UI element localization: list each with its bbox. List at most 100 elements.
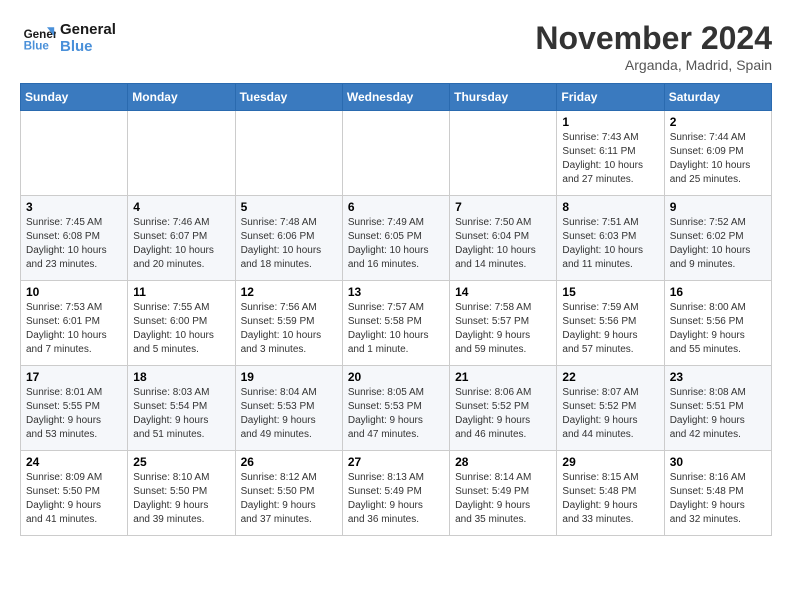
day-number: 26 xyxy=(241,455,337,469)
day-info: Sunrise: 7:50 AMSunset: 6:04 PMDaylight:… xyxy=(455,216,551,272)
day-number: 2 xyxy=(670,115,766,129)
day-info: Sunrise: 7:58 AMSunset: 5:57 PMDaylight:… xyxy=(455,301,551,357)
calendar-cell: 15 Sunrise: 7:59 AMSunset: 5:56 PMDayligh… xyxy=(557,281,664,366)
calendar-cell: 23Sunrise: 8:08 AMSunset: 5:51 PMDayligh… xyxy=(664,366,771,451)
location: Arganda, Madrid, Spain xyxy=(535,57,772,73)
calendar-cell: 21 Sunrise: 8:06 AMSunset: 5:52 PMDayligh… xyxy=(450,366,557,451)
title-block: November 2024 Arganda, Madrid, Spain xyxy=(535,20,772,73)
day-number: 18 xyxy=(133,370,229,384)
calendar-header-friday: Friday xyxy=(557,84,664,111)
calendar-week-1: 1 Sunrise: 7:43 AMSunset: 6:11 PMDaylight… xyxy=(21,111,772,196)
calendar-cell: 1 Sunrise: 7:43 AMSunset: 6:11 PMDaylight… xyxy=(557,111,664,196)
day-number: 19 xyxy=(241,370,337,384)
calendar-cell: 18 Sunrise: 8:03 AMSunset: 5:54 PMDayligh… xyxy=(128,366,235,451)
day-number: 17 xyxy=(26,370,122,384)
day-number: 14 xyxy=(455,285,551,299)
calendar-cell: 7 Sunrise: 7:50 AMSunset: 6:04 PMDaylight… xyxy=(450,196,557,281)
calendar-cell: 2 Sunrise: 7:44 AMSunset: 6:09 PMDaylight… xyxy=(664,111,771,196)
calendar-cell: 8 Sunrise: 7:51 AMSunset: 6:03 PMDaylight… xyxy=(557,196,664,281)
calendar-cell: 13Sunrise: 7:57 AMSunset: 5:58 PMDayligh… xyxy=(342,281,449,366)
day-info: Sunrise: 7:59 AMSunset: 5:56 PMDaylight:… xyxy=(562,301,658,357)
day-number: 5 xyxy=(241,200,337,214)
calendar-header-row: SundayMondayTuesdayWednesdayThursdayFrid… xyxy=(21,84,772,111)
day-number: 15 xyxy=(562,285,658,299)
logo-line1: General xyxy=(60,21,116,38)
day-info: Sunrise: 8:04 AMSunset: 5:53 PMDaylight:… xyxy=(241,386,337,442)
calendar-week-4: 17 Sunrise: 8:01 AMSunset: 5:55 PMDayligh… xyxy=(21,366,772,451)
day-number: 24 xyxy=(26,455,122,469)
day-number: 1 xyxy=(562,115,658,129)
calendar-cell: 25Sunrise: 8:10 AMSunset: 5:50 PMDayligh… xyxy=(128,451,235,536)
calendar-cell: 17 Sunrise: 8:01 AMSunset: 5:55 PMDayligh… xyxy=(21,366,128,451)
month-title: November 2024 xyxy=(535,20,772,57)
day-number: 6 xyxy=(348,200,444,214)
calendar-cell xyxy=(450,111,557,196)
day-info: Sunrise: 8:07 AMSunset: 5:52 PMDaylight:… xyxy=(562,386,658,442)
day-info: Sunrise: 7:53 AMSunset: 6:01 PMDaylight:… xyxy=(26,301,122,357)
day-info: Sunrise: 7:45 AMSunset: 6:08 PMDaylight:… xyxy=(26,216,122,272)
calendar-cell: 3 Sunrise: 7:45 AMSunset: 6:08 PMDaylight… xyxy=(21,196,128,281)
calendar-cell: 12Sunrise: 7:56 AMSunset: 5:59 PMDayligh… xyxy=(235,281,342,366)
day-info: Sunrise: 7:52 AMSunset: 6:02 PMDaylight:… xyxy=(670,216,766,272)
calendar-week-5: 24 Sunrise: 8:09 AMSunset: 5:50 PMDayligh… xyxy=(21,451,772,536)
day-number: 8 xyxy=(562,200,658,214)
day-number: 10 xyxy=(26,285,122,299)
calendar-cell: 24 Sunrise: 8:09 AMSunset: 5:50 PMDayligh… xyxy=(21,451,128,536)
day-info: Sunrise: 8:08 AMSunset: 5:51 PMDaylight:… xyxy=(670,386,766,442)
calendar-cell xyxy=(235,111,342,196)
calendar-cell: 27Sunrise: 8:13 AMSunset: 5:49 PMDayligh… xyxy=(342,451,449,536)
calendar-cell: 9 Sunrise: 7:52 AMSunset: 6:02 PMDaylight… xyxy=(664,196,771,281)
day-info: Sunrise: 7:56 AMSunset: 5:59 PMDaylight:… xyxy=(241,301,337,357)
calendar-header-sunday: Sunday xyxy=(21,84,128,111)
day-info: Sunrise: 7:44 AMSunset: 6:09 PMDaylight:… xyxy=(670,131,766,187)
day-info: Sunrise: 7:57 AMSunset: 5:58 PMDaylight:… xyxy=(348,301,444,357)
day-info: Sunrise: 8:13 AMSunset: 5:49 PMDaylight:… xyxy=(348,471,444,527)
calendar-week-2: 3 Sunrise: 7:45 AMSunset: 6:08 PMDaylight… xyxy=(21,196,772,281)
calendar-cell: 28 Sunrise: 8:14 AMSunset: 5:49 PMDayligh… xyxy=(450,451,557,536)
calendar-header-thursday: Thursday xyxy=(450,84,557,111)
day-info: Sunrise: 8:14 AMSunset: 5:49 PMDaylight:… xyxy=(455,471,551,527)
day-number: 11 xyxy=(133,285,229,299)
day-info: Sunrise: 8:03 AMSunset: 5:54 PMDaylight:… xyxy=(133,386,229,442)
day-info: Sunrise: 8:12 AMSunset: 5:50 PMDaylight:… xyxy=(241,471,337,527)
calendar-cell: 11 Sunrise: 7:55 AMSunset: 6:00 PMDayligh… xyxy=(128,281,235,366)
calendar-cell: 4Sunrise: 7:46 AMSunset: 6:07 PMDaylight… xyxy=(128,196,235,281)
day-number: 9 xyxy=(670,200,766,214)
day-info: Sunrise: 8:09 AMSunset: 5:50 PMDaylight:… xyxy=(26,471,122,527)
day-number: 7 xyxy=(455,200,551,214)
day-info: Sunrise: 8:06 AMSunset: 5:52 PMDaylight:… xyxy=(455,386,551,442)
day-info: Sunrise: 7:55 AMSunset: 6:00 PMDaylight:… xyxy=(133,301,229,357)
day-info: Sunrise: 7:49 AMSunset: 6:05 PMDaylight:… xyxy=(348,216,444,272)
calendar-cell: 26 Sunrise: 8:12 AMSunset: 5:50 PMDayligh… xyxy=(235,451,342,536)
calendar-header-tuesday: Tuesday xyxy=(235,84,342,111)
day-number: 21 xyxy=(455,370,551,384)
calendar: SundayMondayTuesdayWednesdayThursdayFrid… xyxy=(20,83,772,536)
day-info: Sunrise: 7:51 AMSunset: 6:03 PMDaylight:… xyxy=(562,216,658,272)
calendar-cell: 5 Sunrise: 7:48 AMSunset: 6:06 PMDaylight… xyxy=(235,196,342,281)
calendar-cell: 16Sunrise: 8:00 AMSunset: 5:56 PMDayligh… xyxy=(664,281,771,366)
calendar-header-saturday: Saturday xyxy=(664,84,771,111)
calendar-cell: 10 Sunrise: 7:53 AMSunset: 6:01 PMDayligh… xyxy=(21,281,128,366)
logo-line2: Blue xyxy=(60,38,116,55)
calendar-cell xyxy=(21,111,128,196)
calendar-cell: 20Sunrise: 8:05 AMSunset: 5:53 PMDayligh… xyxy=(342,366,449,451)
day-number: 28 xyxy=(455,455,551,469)
calendar-cell: 6 Sunrise: 7:49 AMSunset: 6:05 PMDaylight… xyxy=(342,196,449,281)
calendar-cell: 30 Sunrise: 8:16 AMSunset: 5:48 PMDayligh… xyxy=(664,451,771,536)
calendar-cell xyxy=(342,111,449,196)
day-info: Sunrise: 8:15 AMSunset: 5:48 PMDaylight:… xyxy=(562,471,658,527)
day-number: 16 xyxy=(670,285,766,299)
day-number: 3 xyxy=(26,200,122,214)
calendar-week-3: 10 Sunrise: 7:53 AMSunset: 6:01 PMDayligh… xyxy=(21,281,772,366)
day-info: Sunrise: 8:16 AMSunset: 5:48 PMDaylight:… xyxy=(670,471,766,527)
calendar-cell: 19 Sunrise: 8:04 AMSunset: 5:53 PMDayligh… xyxy=(235,366,342,451)
day-info: Sunrise: 7:48 AMSunset: 6:06 PMDaylight:… xyxy=(241,216,337,272)
logo-icon: General Blue xyxy=(20,20,56,56)
day-info: Sunrise: 8:01 AMSunset: 5:55 PMDaylight:… xyxy=(26,386,122,442)
page-header: General Blue General Blue November 2024 … xyxy=(20,20,772,73)
day-info: Sunrise: 7:43 AMSunset: 6:11 PMDaylight:… xyxy=(562,131,658,187)
day-number: 30 xyxy=(670,455,766,469)
day-number: 25 xyxy=(133,455,229,469)
day-number: 4 xyxy=(133,200,229,214)
calendar-cell: 22Sunrise: 8:07 AMSunset: 5:52 PMDayligh… xyxy=(557,366,664,451)
